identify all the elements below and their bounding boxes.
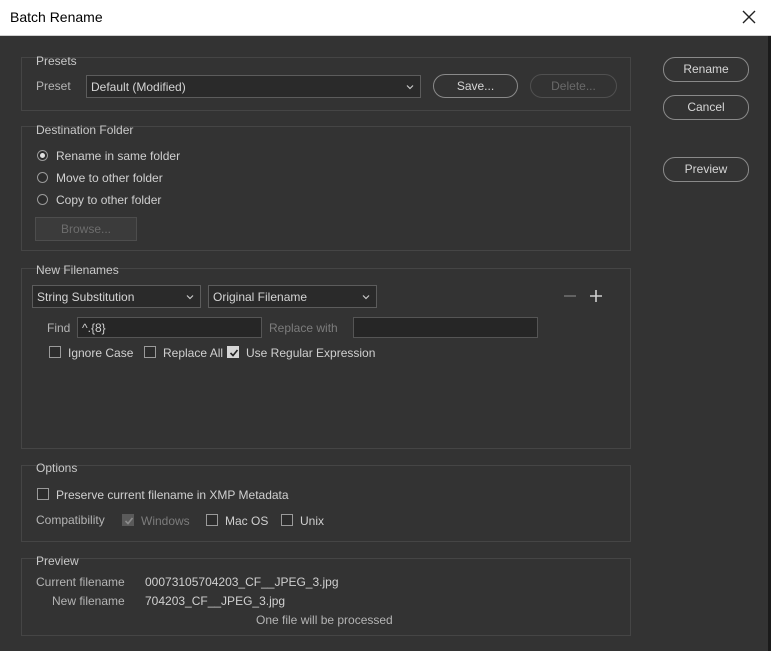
- ignore-case-label: Ignore Case: [68, 346, 134, 360]
- use-regex-label: Use Regular Expression: [246, 346, 376, 360]
- preview-button[interactable]: Preview: [663, 157, 749, 182]
- current-filename-value: 00073105704203_CF__JPEG_3.jpg: [145, 575, 339, 589]
- close-icon: [742, 10, 756, 24]
- replace-all-label: Replace All: [163, 346, 224, 360]
- plus-icon: [590, 290, 602, 302]
- rename-type-dropdown[interactable]: String Substitution: [32, 285, 201, 308]
- new-filename-label: New filename: [52, 594, 125, 608]
- windows-checkbox[interactable]: [122, 514, 134, 526]
- source-dropdown[interactable]: Original Filename: [208, 285, 377, 308]
- processing-summary: One file will be processed: [256, 613, 393, 627]
- preserve-xmp-label: Preserve current filename in XMP Metadat…: [56, 488, 289, 502]
- windows-label: Windows: [141, 514, 190, 528]
- presets-group-title: Presets: [36, 54, 77, 68]
- checkmark-icon: [124, 517, 134, 525]
- preview-group-title: Preview: [36, 554, 79, 568]
- options-group-title: Options: [36, 461, 78, 475]
- find-input[interactable]: ^.{8}: [77, 317, 262, 338]
- rename-button[interactable]: Rename: [663, 57, 749, 82]
- rename-same-folder-label: Rename in same folder: [56, 149, 181, 163]
- chevron-down-icon: [186, 295, 194, 300]
- preserve-xmp-checkbox[interactable]: [37, 488, 49, 500]
- add-rule-button[interactable]: [588, 288, 604, 304]
- unix-checkbox[interactable]: [281, 514, 293, 526]
- find-label: Find: [47, 321, 71, 335]
- use-regex-checkbox[interactable]: [227, 346, 239, 358]
- replace-with-input[interactable]: [353, 317, 538, 338]
- title-bar: Batch Rename: [0, 0, 771, 36]
- move-other-folder-radio[interactable]: [37, 172, 48, 183]
- move-other-folder-label: Move to other folder: [56, 171, 163, 185]
- preset-value: Default (Modified): [91, 80, 186, 94]
- macos-label: Mac OS: [225, 514, 269, 528]
- unix-label: Unix: [300, 514, 325, 528]
- delete-preset-button[interactable]: Delete...: [530, 74, 617, 98]
- browse-button[interactable]: Browse...: [35, 217, 137, 241]
- close-button[interactable]: [737, 6, 761, 28]
- options-group: [21, 465, 631, 542]
- new-filename-value: 704203_CF__JPEG_3.jpg: [145, 594, 286, 608]
- save-preset-button[interactable]: Save...: [433, 74, 518, 98]
- window-title: Batch Rename: [10, 9, 103, 25]
- preset-dropdown[interactable]: Default (Modified): [86, 75, 421, 98]
- ignore-case-checkbox[interactable]: [49, 346, 61, 358]
- current-filename-label: Current filename: [36, 575, 125, 589]
- replace-with-label: Replace with: [269, 321, 338, 335]
- replace-all-checkbox[interactable]: [144, 346, 156, 358]
- copy-other-folder-label: Copy to other folder: [56, 193, 162, 207]
- preset-label: Preset: [36, 79, 71, 93]
- chevron-down-icon: [406, 85, 414, 90]
- destination-group-title: Destination Folder: [36, 123, 134, 137]
- source-value: Original Filename: [213, 290, 308, 304]
- macos-checkbox[interactable]: [206, 514, 218, 526]
- checkmark-icon: [229, 349, 239, 357]
- copy-other-folder-radio[interactable]: [37, 194, 48, 205]
- compatibility-label: Compatibility: [36, 513, 105, 527]
- minus-icon: [564, 295, 576, 297]
- remove-rule-button[interactable]: [562, 289, 578, 303]
- cancel-button[interactable]: Cancel: [663, 95, 749, 120]
- chevron-down-icon: [362, 295, 370, 300]
- new-filenames-group-title: New Filenames: [36, 263, 119, 277]
- rename-type-value: String Substitution: [37, 290, 135, 304]
- rename-same-folder-radio[interactable]: [37, 150, 48, 161]
